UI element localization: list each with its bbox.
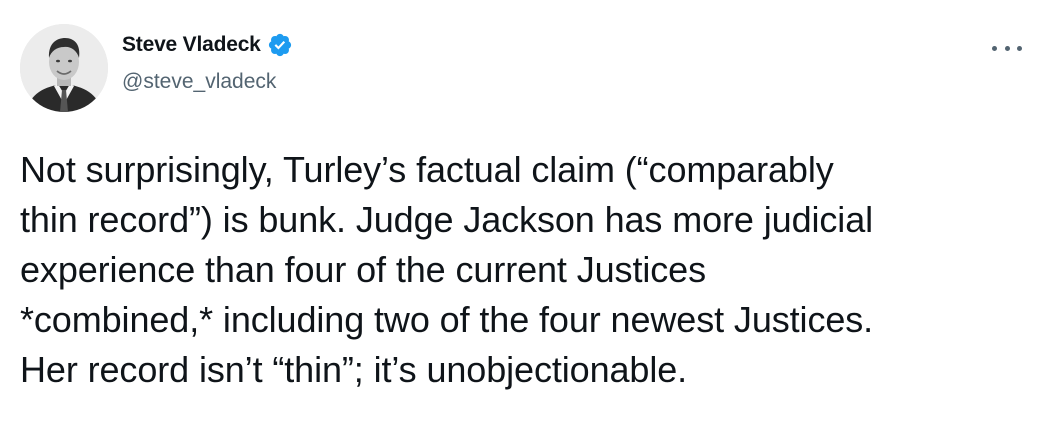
verified-badge-icon — [267, 32, 293, 58]
tweet-card[interactable]: Steve Vladeck @steve_vladeck Not surpris… — [0, 0, 1040, 426]
display-name[interactable]: Steve Vladeck — [122, 33, 261, 57]
author-avatar[interactable] — [20, 24, 108, 112]
tweet-text: Not surprisingly, Turley’s factual claim… — [20, 149, 874, 390]
more-dot-3 — [1017, 45, 1022, 51]
user-handle[interactable]: @steve_vladeck — [122, 70, 293, 94]
name-row: Steve Vladeck — [122, 30, 293, 60]
more-options-icon[interactable] — [992, 38, 1022, 58]
more-dot-2 — [1004, 45, 1010, 51]
author-block: Steve Vladeck @steve_vladeck — [122, 30, 293, 94]
profile-photo — [20, 24, 108, 112]
more-dot-1 — [992, 45, 997, 51]
